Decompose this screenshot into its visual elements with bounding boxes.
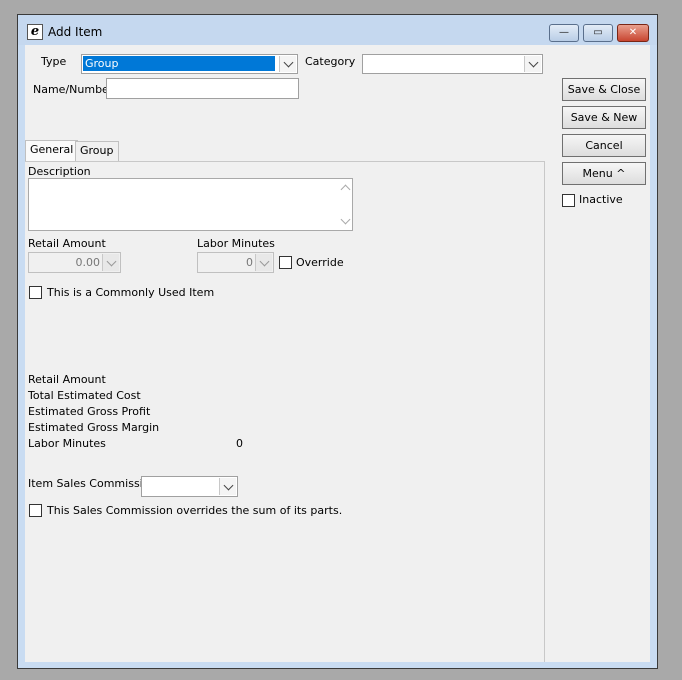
commission-override-checkbox[interactable]: [29, 504, 42, 517]
retail-amount-label: Retail Amount: [28, 237, 106, 250]
tab-general[interactable]: General: [25, 140, 79, 161]
chevron-down-icon[interactable]: [102, 254, 119, 271]
description-label: Description: [28, 165, 91, 178]
summary-labor-minutes-value: 0: [236, 437, 243, 450]
common-item-checkbox[interactable]: [29, 286, 42, 299]
add-item-window: e Add Item — ▭ ✕ Type Group Category Nam…: [17, 14, 658, 669]
save-close-button[interactable]: Save & Close: [562, 78, 646, 101]
save-new-button[interactable]: Save & New: [562, 106, 646, 129]
chevron-down-icon[interactable]: [219, 478, 236, 495]
type-select-value: Group: [83, 56, 275, 71]
description-textarea[interactable]: [28, 178, 353, 231]
chevron-down-icon[interactable]: [524, 56, 541, 72]
chevron-down-icon[interactable]: [279, 56, 296, 72]
labor-minutes-value: 0: [246, 256, 253, 269]
common-item-label: This is a Commonly Used Item: [47, 286, 215, 299]
retail-amount-value: 0.00: [75, 256, 101, 269]
menu-button[interactable]: Menu ^: [562, 162, 646, 185]
chevron-down-icon[interactable]: [255, 254, 272, 271]
close-button[interactable]: ✕: [617, 24, 649, 42]
summary-estimated-gross-profit: Estimated Gross Profit: [28, 405, 151, 418]
minimize-button[interactable]: —: [549, 24, 579, 42]
type-label: Type: [41, 55, 67, 68]
inactive-label: Inactive: [579, 193, 623, 206]
app-e-icon: e: [27, 24, 43, 40]
commission-override-label: This Sales Commission overrides the sum …: [47, 504, 343, 517]
panel-divider: [544, 161, 545, 662]
summary-labor-minutes: Labor Minutes: [28, 437, 106, 450]
summary-retail-amount: Retail Amount: [28, 373, 106, 386]
dialog-body: Type Group Category Name/Number Save & C…: [25, 45, 650, 662]
window-title: Add Item: [48, 25, 103, 39]
maximize-button[interactable]: ▭: [583, 24, 613, 42]
cancel-button[interactable]: Cancel: [562, 134, 646, 157]
labor-minutes-input[interactable]: 0: [197, 252, 274, 273]
summary-estimated-gross-margin: Estimated Gross Margin: [28, 421, 160, 434]
retail-amount-input[interactable]: 0.00: [28, 252, 121, 273]
override-label: Override: [296, 256, 344, 269]
category-select[interactable]: [362, 54, 543, 74]
labor-minutes-label: Labor Minutes: [197, 237, 275, 250]
override-checkbox[interactable]: [279, 256, 292, 269]
scroll-up-icon[interactable]: [340, 184, 351, 195]
item-sales-commission-label: Item Sales Commission: [28, 477, 157, 490]
name-number-label: Name/Number: [33, 83, 114, 96]
tab-group[interactable]: Group: [75, 141, 119, 161]
type-select[interactable]: Group: [81, 54, 298, 74]
category-label: Category: [305, 55, 356, 68]
inactive-checkbox[interactable]: [562, 194, 575, 207]
name-number-input[interactable]: [106, 78, 299, 99]
tab-panel-divider: [25, 161, 544, 162]
summary-total-estimated-cost: Total Estimated Cost: [28, 389, 141, 402]
title-bar[interactable]: e Add Item — ▭ ✕: [18, 15, 657, 45]
item-sales-commission-select[interactable]: [141, 476, 238, 497]
scroll-down-icon[interactable]: [340, 214, 351, 225]
